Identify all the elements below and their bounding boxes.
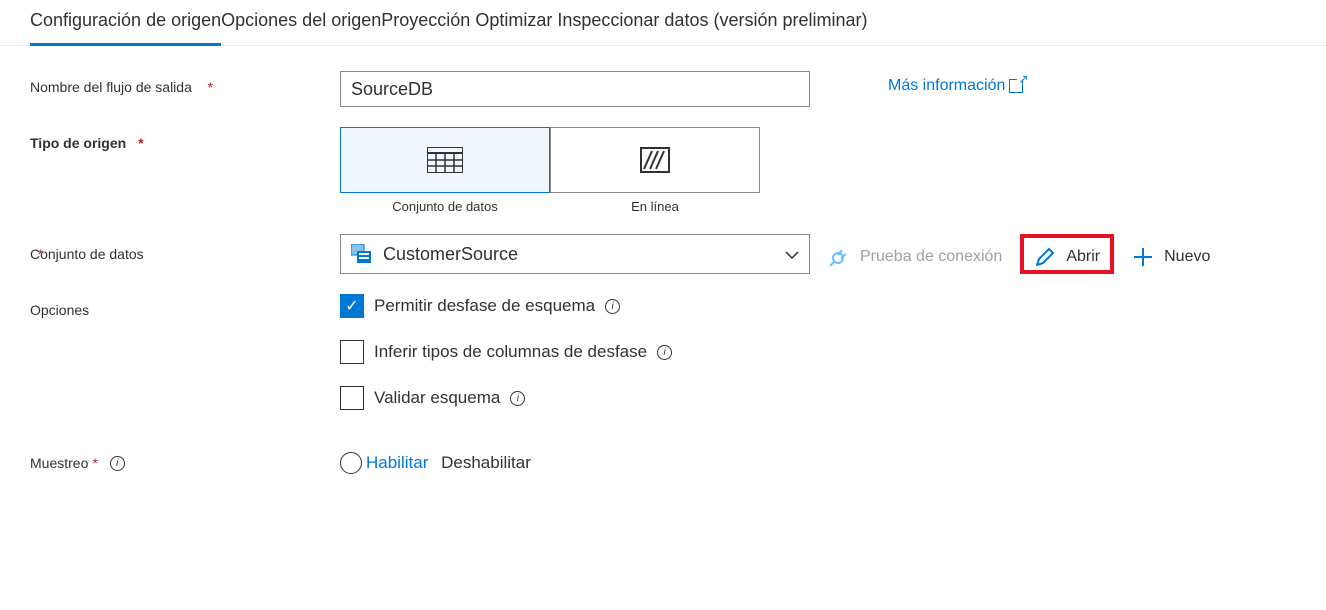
label-dataset: Conjunto de datos *: [30, 246, 340, 262]
checkbox-box[interactable]: [340, 386, 364, 410]
required-marker: *: [138, 135, 143, 151]
output-stream-input[interactable]: [340, 71, 810, 107]
tab-data-preview[interactable]: datos (versión preliminar): [659, 0, 867, 46]
checkbox-allow-schema-drift[interactable]: Permitir desfase de esquema: [340, 294, 672, 318]
content-area: Nombre del flujo de salida * Más informa…: [0, 46, 1326, 519]
label-source-type: Tipo de origen *: [30, 127, 340, 151]
dataset-selected-text: CustomerSource: [383, 244, 518, 265]
more-info-text: Más información: [888, 77, 1005, 95]
label-output-stream-text: Nombre del flujo de salida: [30, 79, 192, 95]
checkbox-label: Permitir desfase de esquema: [374, 296, 595, 316]
label-sampling: Muestreo*: [30, 455, 340, 471]
label-sampling-text: Muestreo: [30, 455, 88, 471]
row-options: Opciones Permitir desfase de esquema Inf…: [30, 294, 1296, 432]
info-icon[interactable]: [110, 456, 125, 471]
dataset-dropdown[interactable]: CustomerSource: [340, 234, 810, 274]
new-button[interactable]: Nuevo: [1132, 240, 1210, 268]
source-type-dataset-caption: Conjunto de datos: [392, 199, 498, 214]
source-type-inline-caption: En línea: [631, 199, 679, 214]
info-icon[interactable]: [510, 391, 525, 406]
open-text: Abrir: [1066, 248, 1100, 266]
checkbox-infer-drifted-types[interactable]: Inferir tipos de columnas de desfase: [340, 340, 672, 364]
tab-projection[interactable]: Proyección: [381, 0, 470, 46]
label-options: Opciones: [30, 294, 340, 318]
label-output-stream: Nombre del flujo de salida *: [30, 71, 340, 95]
row-dataset: Conjunto de datos * CustomerSource: [30, 234, 1296, 274]
tab-optimize-label: Optimizar: [475, 10, 552, 30]
checkbox-box[interactable]: [340, 340, 364, 364]
radio-disable-label: Deshabilitar: [441, 453, 531, 473]
toggle-wrap-inline: En línea: [550, 127, 760, 214]
chevron-down-icon: [785, 246, 799, 262]
tab-data-preview-label: datos (versión preliminar): [664, 10, 867, 30]
plug-icon: [828, 246, 850, 268]
tab-source-settings[interactable]: Configuración de origen: [30, 0, 221, 46]
new-text: Nuevo: [1164, 248, 1210, 266]
row-sampling: Muestreo* Habilitar Deshabilitar: [30, 452, 1296, 474]
required-marker: *: [38, 246, 43, 262]
tab-bar: Configuración de origen Opciones del ori…: [0, 0, 1326, 46]
options-stack: Permitir desfase de esquema Inferir tipo…: [340, 294, 672, 432]
tab-source-options[interactable]: Opciones del origen: [221, 0, 381, 46]
dataset-item-icon: [351, 244, 373, 264]
checkbox-label: Validar esquema: [374, 388, 500, 408]
plus-icon: [1132, 246, 1154, 268]
label-source-type-text: Tipo de origen: [30, 135, 126, 151]
dataset-grid-icon: [427, 147, 463, 173]
external-link-icon: [1009, 79, 1023, 93]
tab-inspect[interactable]: Inspeccionar: [557, 0, 659, 46]
checkbox-box[interactable]: [340, 294, 364, 318]
field-dataset: CustomerSource Prueba de conexión: [340, 234, 1210, 274]
label-dataset-text: Conjunto de datos: [30, 246, 144, 262]
test-connection-text: Prueba de conexión: [860, 248, 1002, 266]
required-marker: *: [92, 455, 97, 471]
source-type-dataset-option[interactable]: [340, 127, 550, 193]
open-button[interactable]: Abrir: [1034, 240, 1100, 268]
field-source-type: Conjunto de datos En línea: [340, 127, 760, 214]
row-source-type: Tipo de origen *: [30, 127, 1296, 214]
checkbox-label: Inferir tipos de columnas de desfase: [374, 342, 647, 362]
inline-icon: [640, 147, 670, 173]
radio-enable[interactable]: [340, 452, 362, 474]
more-info-link[interactable]: Más información: [888, 71, 1023, 95]
radio-enable-label: Habilitar: [366, 453, 428, 473]
info-icon[interactable]: [657, 345, 672, 360]
required-marker: *: [208, 79, 213, 95]
source-type-inline-option[interactable]: [550, 127, 760, 193]
info-icon[interactable]: [605, 299, 620, 314]
row-output-stream: Nombre del flujo de salida * Más informa…: [30, 71, 1296, 107]
test-connection-button[interactable]: Prueba de conexión: [828, 240, 1002, 268]
tab-optimize[interactable]: Optimizar: [470, 0, 557, 46]
checkbox-validate-schema[interactable]: Validar esquema: [340, 386, 672, 410]
toggle-wrap-dataset: Conjunto de datos: [340, 127, 550, 214]
field-output-stream: Más información: [340, 71, 1023, 107]
sampling-radio-group: Habilitar Deshabilitar: [340, 452, 531, 474]
pencil-icon: [1034, 246, 1056, 268]
open-button-highlight: Abrir: [1020, 234, 1114, 274]
